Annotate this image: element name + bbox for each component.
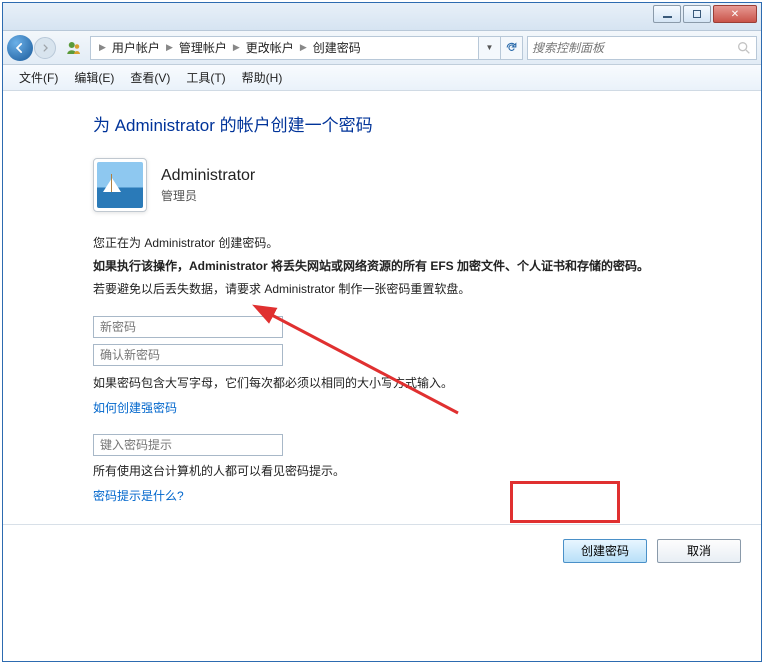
chevron-right-icon: ▶ [296,42,311,53]
nav-back-button[interactable] [7,35,33,61]
avatar [93,158,147,212]
crumb-item[interactable]: 创建密码 [311,39,363,56]
password-hint-input[interactable] [93,434,283,456]
arrow-left-icon [13,41,27,55]
maximize-button[interactable] [683,5,711,23]
body-text: 您正在为 Administrator 创建密码。 如果执行该操作，Adminis… [93,232,761,300]
search-box[interactable] [527,36,757,60]
cancel-button[interactable]: 取消 [657,539,741,563]
menu-edit[interactable]: 编辑(E) [66,66,122,89]
form-area: 如果密码包含大写字母，它们每次都必须以相同的大小写方式输入。 如何创建强密码 所… [93,316,761,504]
chevron-right-icon: ▶ [95,42,110,53]
user-name: Administrator [161,167,255,185]
crumb-item[interactable]: 用户帐户 [110,39,162,56]
user-role: 管理员 [161,187,255,204]
close-icon: ✕ [731,9,739,20]
refresh-button[interactable] [501,36,523,60]
crumb-item[interactable]: 更改帐户 [244,39,296,56]
address-dropdown-button[interactable]: ▼ [479,36,501,60]
user-row: Administrator 管理员 [93,158,761,212]
menu-help[interactable]: 帮助(H) [234,66,291,89]
hint-help-link[interactable]: 密码提示是什么? [93,487,184,504]
navbar: ▶ 用户帐户 ▶ 管理帐户 ▶ 更改帐户 ▶ 创建密码 ▼ [3,31,761,65]
strong-password-link[interactable]: 如何创建强密码 [93,399,177,416]
info-line: 若要避免以后丢失数据，请要求 Administrator 制作一张密码重置软盘。 [93,278,761,301]
confirm-password-input[interactable] [93,344,283,366]
user-accounts-icon [64,38,84,58]
search-input[interactable] [532,41,736,55]
nav-forward-button[interactable] [34,37,56,59]
search-icon [736,40,752,56]
titlebar: ✕ [3,3,761,31]
close-button[interactable]: ✕ [713,5,757,23]
arrow-right-icon [40,43,50,53]
content-area: 为 Administrator 的帐户创建一个密码 Administrator … [3,91,761,661]
menu-file[interactable]: 文件(F) [11,66,66,89]
main-panel: 为 Administrator 的帐户创建一个密码 Administrator … [3,91,761,524]
address-controls: ▼ [479,36,523,60]
breadcrumb[interactable]: ▶ 用户帐户 ▶ 管理帐户 ▶ 更改帐户 ▶ 创建密码 [90,36,479,60]
window-frame: ✕ ▶ 用户帐户 ▶ 管理帐户 ▶ 更改帐户 ▶ 创建密码 ▼ [2,2,762,662]
menu-view[interactable]: 查看(V) [122,66,178,89]
refresh-icon [505,41,518,54]
footer: 创建密码 取消 [3,524,761,577]
info-line: 您正在为 Administrator 创建密码。 [93,232,761,255]
menu-tools[interactable]: 工具(T) [178,66,233,89]
avatar-image [97,162,143,208]
menubar: 文件(F) 编辑(E) 查看(V) 工具(T) 帮助(H) [3,65,761,91]
crumb-item[interactable]: 管理帐户 [177,39,229,56]
user-info: Administrator 管理员 [161,167,255,204]
case-note: 如果密码包含大写字母，它们每次都必须以相同的大小写方式输入。 [93,372,761,395]
minimize-button[interactable] [653,5,681,23]
chevron-right-icon: ▶ [162,42,177,53]
warning-line: 如果执行该操作，Administrator 将丢失网站或网络资源的所有 EFS … [93,255,761,278]
new-password-input[interactable] [93,316,283,338]
chevron-right-icon: ▶ [229,42,244,53]
create-password-button[interactable]: 创建密码 [563,539,647,563]
chevron-down-icon: ▼ [486,43,494,52]
hint-note: 所有使用这台计算机的人都可以看见密码提示。 [93,460,761,483]
page-title: 为 Administrator 的帐户创建一个密码 [93,111,761,136]
